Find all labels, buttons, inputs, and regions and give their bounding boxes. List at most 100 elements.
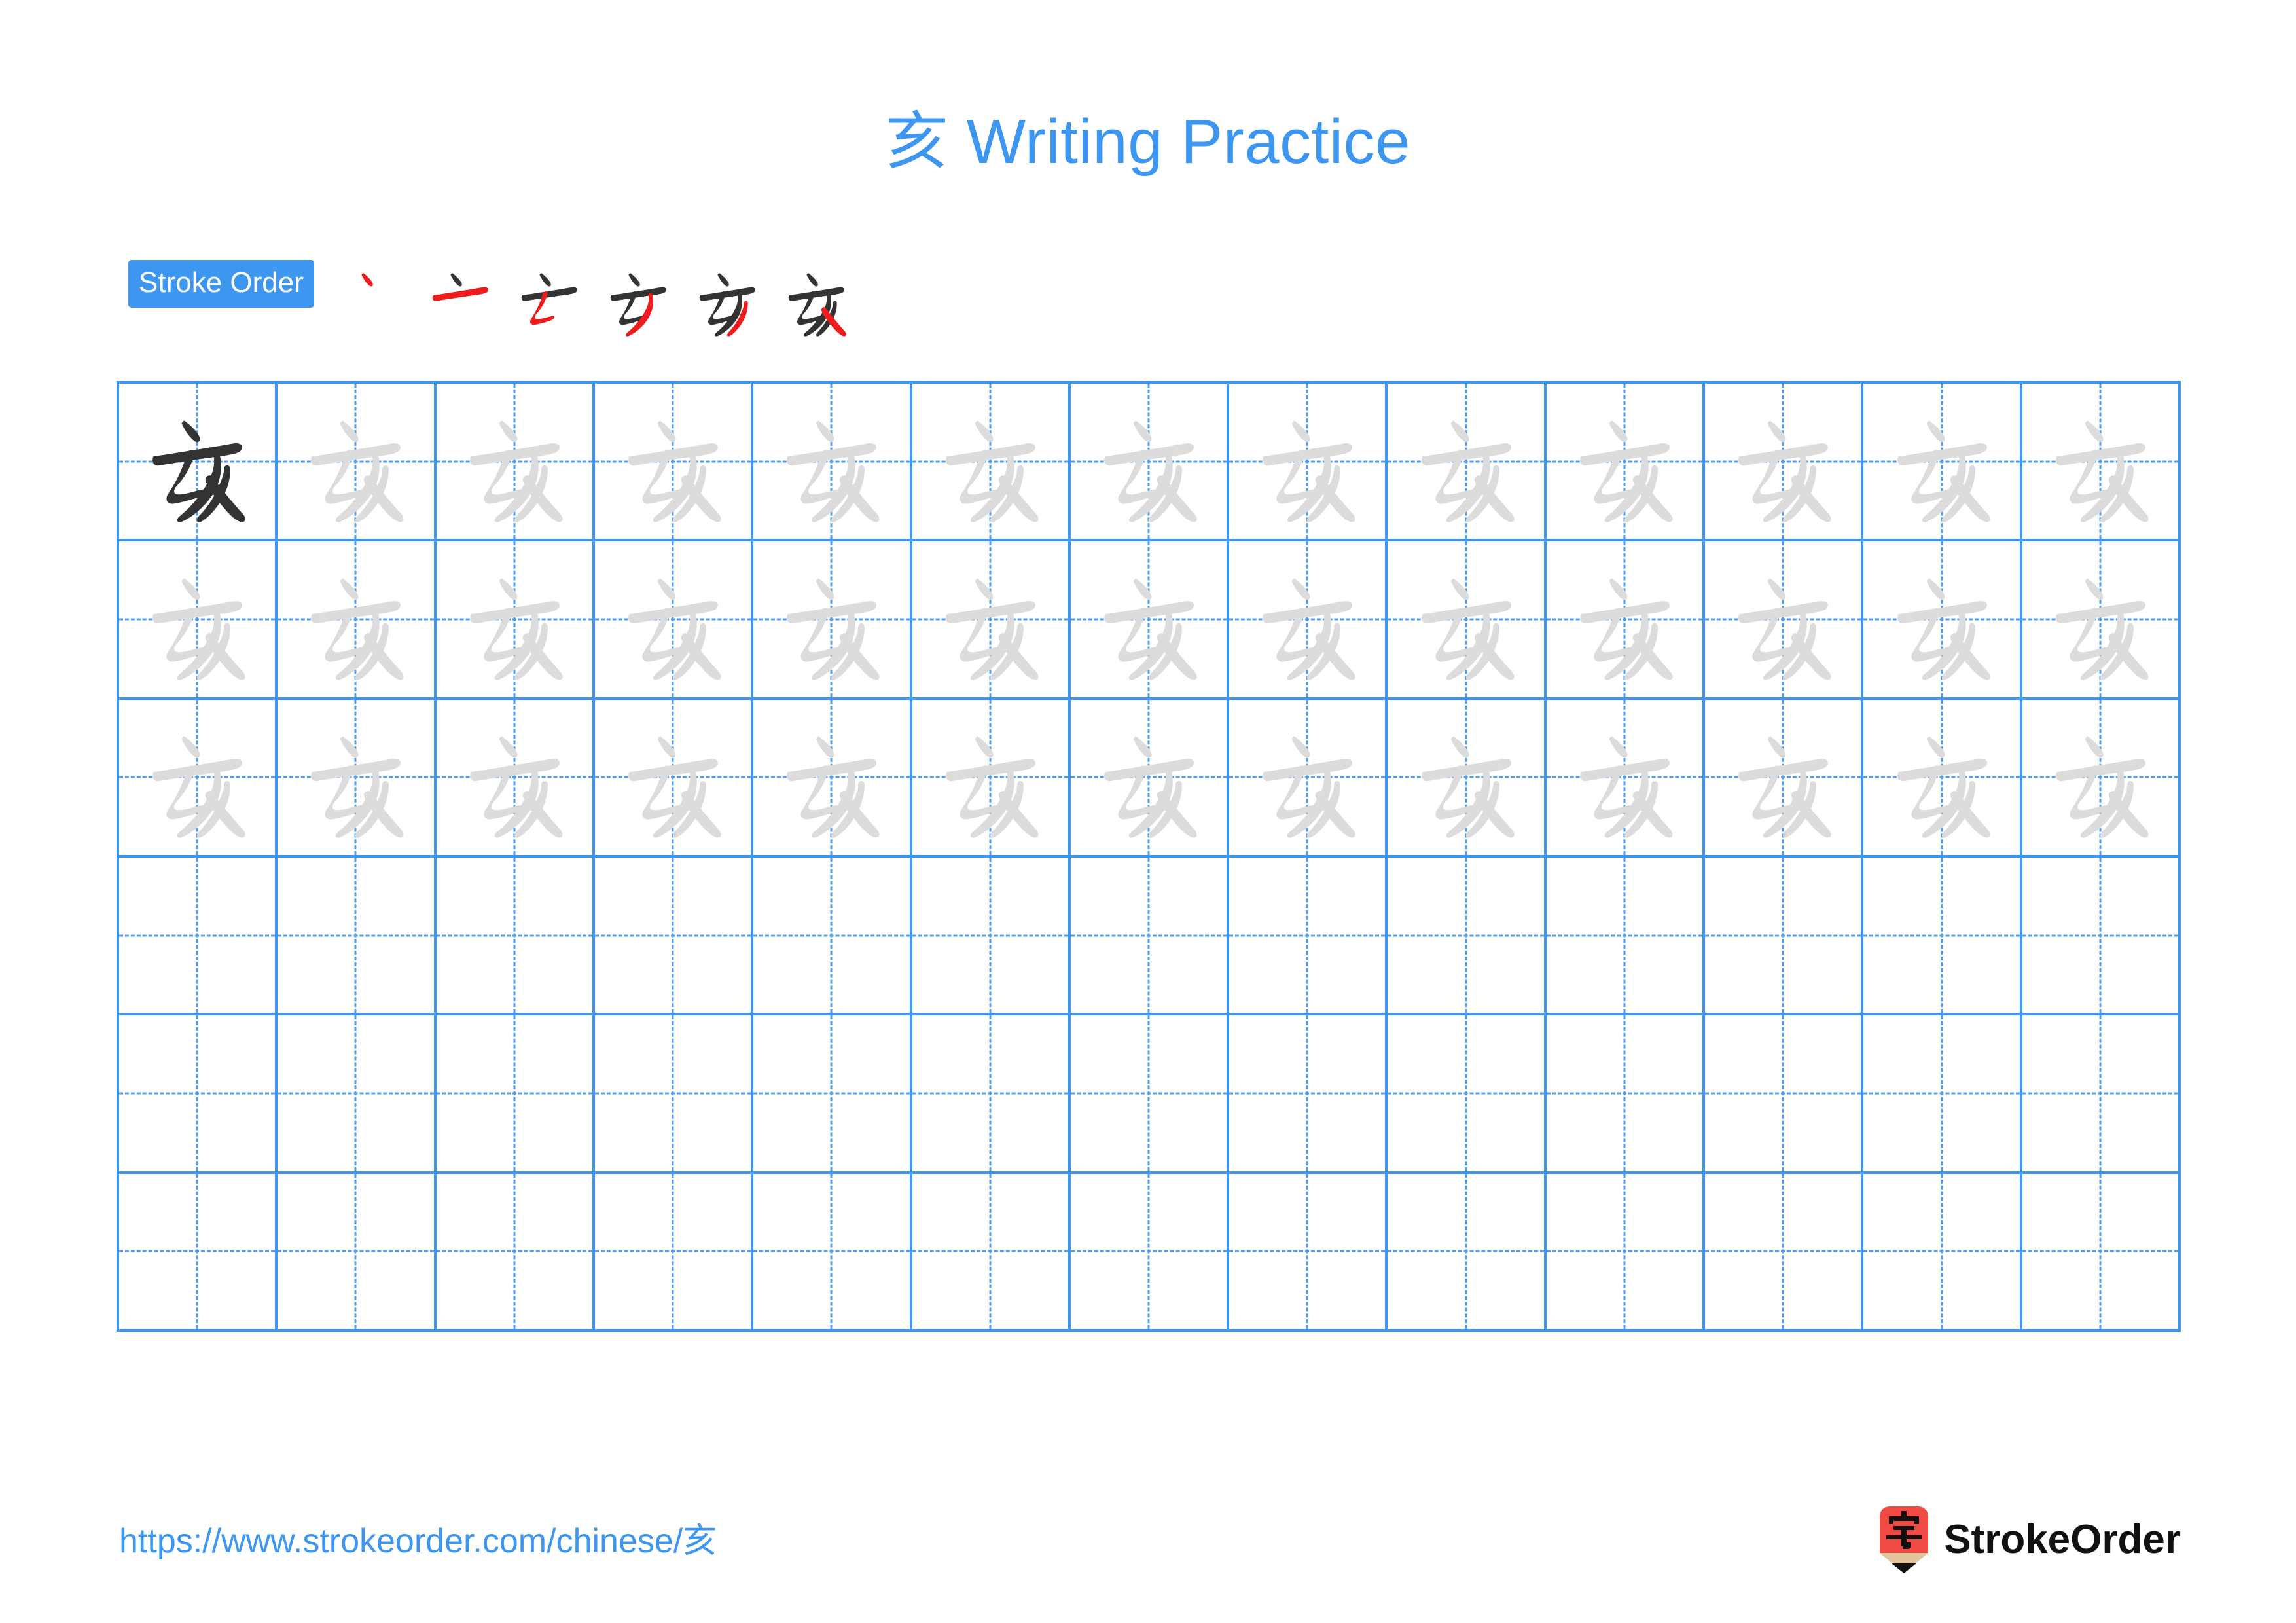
practice-cell[interactable] bbox=[1070, 699, 1230, 858]
trace-character bbox=[1705, 700, 1861, 855]
practice-cell[interactable] bbox=[1546, 857, 1706, 1016]
trace-character bbox=[595, 384, 751, 539]
practice-cell[interactable] bbox=[119, 541, 278, 700]
practice-cell[interactable] bbox=[1388, 857, 1547, 1016]
practice-cell[interactable] bbox=[436, 1015, 595, 1174]
practice-cell[interactable] bbox=[753, 857, 912, 1016]
practice-cell[interactable] bbox=[278, 1173, 437, 1332]
practice-cell[interactable] bbox=[1388, 541, 1547, 700]
practice-cell[interactable] bbox=[278, 384, 437, 542]
footer-url[interactable]: https://www.strokeorder.com/chinese/亥 bbox=[119, 1513, 717, 1562]
practice-cell[interactable] bbox=[1070, 1173, 1230, 1332]
practice-cell[interactable] bbox=[278, 857, 437, 1016]
trace-character bbox=[1229, 384, 1385, 539]
trace-character bbox=[2022, 700, 2178, 855]
practice-cell[interactable] bbox=[1863, 1015, 2022, 1174]
practice-cell[interactable] bbox=[1070, 1015, 1230, 1174]
practice-cell[interactable] bbox=[594, 857, 754, 1016]
practice-cell[interactable] bbox=[119, 1173, 278, 1332]
practice-cell[interactable] bbox=[436, 699, 595, 858]
practice-cell[interactable] bbox=[278, 541, 437, 700]
practice-cell[interactable] bbox=[1546, 1015, 1706, 1174]
practice-cell[interactable] bbox=[436, 384, 595, 542]
stroke-order-section: Stroke Order bbox=[128, 259, 865, 338]
trace-character bbox=[1705, 384, 1861, 539]
practice-cell[interactable] bbox=[1229, 699, 1388, 858]
practice-cell[interactable] bbox=[2022, 857, 2181, 1016]
trace-character bbox=[119, 541, 275, 697]
practice-cell[interactable] bbox=[278, 699, 437, 858]
trace-character bbox=[912, 384, 1068, 539]
practice-cell[interactable] bbox=[1705, 1015, 1864, 1174]
trace-character bbox=[595, 700, 751, 855]
practice-cell[interactable] bbox=[436, 857, 595, 1016]
practice-cell[interactable] bbox=[912, 699, 1071, 858]
practice-cell[interactable] bbox=[1705, 857, 1864, 1016]
practice-cell[interactable] bbox=[119, 857, 278, 1016]
practice-cell[interactable] bbox=[753, 699, 912, 858]
trace-character bbox=[1863, 384, 2019, 539]
trace-character bbox=[1705, 541, 1861, 697]
practice-cell[interactable] bbox=[753, 384, 912, 542]
practice-cell[interactable] bbox=[912, 857, 1071, 1016]
practice-cell[interactable] bbox=[594, 1173, 754, 1332]
trace-character bbox=[753, 700, 909, 855]
practice-cell[interactable] bbox=[2022, 1015, 2181, 1174]
practice-cell[interactable] bbox=[1546, 1173, 1706, 1332]
practice-cell[interactable] bbox=[1546, 699, 1706, 858]
practice-cell[interactable] bbox=[1388, 384, 1547, 542]
practice-cell[interactable] bbox=[912, 1173, 1071, 1332]
trace-character bbox=[1388, 384, 1543, 539]
practice-cell[interactable] bbox=[2022, 541, 2181, 700]
practice-cell[interactable] bbox=[1229, 857, 1388, 1016]
footer-url-text: https://www.strokeorder.com/chinese/ bbox=[119, 1522, 683, 1560]
practice-cell[interactable] bbox=[1229, 541, 1388, 700]
practice-cell[interactable] bbox=[594, 384, 754, 542]
practice-cell[interactable] bbox=[1705, 699, 1864, 858]
stroke-step-3 bbox=[509, 259, 589, 338]
practice-cell[interactable] bbox=[1229, 1173, 1388, 1332]
practice-cell[interactable] bbox=[1388, 699, 1547, 858]
practice-cell[interactable] bbox=[1863, 857, 2022, 1016]
practice-cell[interactable] bbox=[912, 541, 1071, 700]
practice-cell[interactable] bbox=[753, 1173, 912, 1332]
practice-cell[interactable] bbox=[1388, 1173, 1547, 1332]
practice-cell[interactable] bbox=[594, 541, 754, 700]
practice-cell[interactable] bbox=[436, 1173, 595, 1332]
practice-cell[interactable] bbox=[753, 541, 912, 700]
trace-character bbox=[1863, 541, 2019, 697]
practice-cell[interactable] bbox=[278, 1015, 437, 1174]
trace-character bbox=[1547, 541, 1702, 697]
practice-cell[interactable] bbox=[1070, 541, 1230, 700]
practice-cell[interactable] bbox=[1705, 1173, 1864, 1332]
practice-cell[interactable] bbox=[2022, 384, 2181, 542]
practice-cell[interactable] bbox=[436, 541, 595, 700]
practice-cell[interactable] bbox=[1863, 699, 2022, 858]
practice-cell[interactable] bbox=[2022, 699, 2181, 858]
practice-cell[interactable] bbox=[1863, 1173, 2022, 1332]
practice-cell[interactable] bbox=[119, 699, 278, 858]
trace-character bbox=[2022, 541, 2178, 697]
practice-cell[interactable] bbox=[1546, 541, 1706, 700]
practice-cell[interactable] bbox=[594, 699, 754, 858]
practice-cell[interactable] bbox=[119, 1015, 278, 1174]
practice-cell[interactable] bbox=[594, 1015, 754, 1174]
brand-logo[interactable]: StrokeOrder bbox=[1876, 1506, 2181, 1574]
trace-character bbox=[1388, 541, 1543, 697]
practice-cell[interactable] bbox=[753, 1015, 912, 1174]
practice-cell[interactable] bbox=[2022, 1173, 2181, 1332]
practice-cell[interactable] bbox=[1863, 541, 2022, 700]
practice-cell[interactable] bbox=[1546, 384, 1706, 542]
practice-cell[interactable] bbox=[1229, 384, 1388, 542]
practice-grid bbox=[117, 381, 2181, 1332]
practice-cell[interactable] bbox=[912, 1015, 1071, 1174]
practice-cell[interactable] bbox=[1705, 384, 1864, 542]
practice-cell[interactable] bbox=[1070, 857, 1230, 1016]
practice-cell[interactable] bbox=[1705, 541, 1864, 700]
practice-cell[interactable] bbox=[1070, 384, 1230, 542]
practice-cell[interactable] bbox=[119, 384, 278, 542]
practice-cell[interactable] bbox=[1863, 384, 2022, 542]
practice-cell[interactable] bbox=[1229, 1015, 1388, 1174]
practice-cell[interactable] bbox=[912, 384, 1071, 542]
practice-cell[interactable] bbox=[1388, 1015, 1547, 1174]
